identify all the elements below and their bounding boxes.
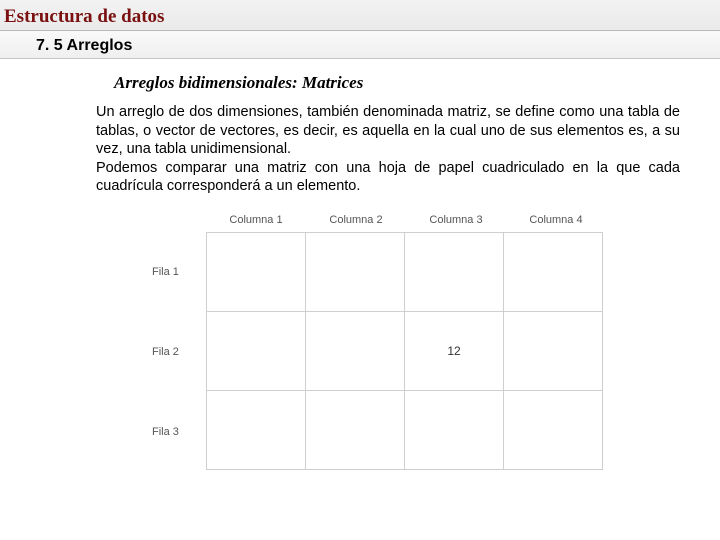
page-title: Estructura de datos xyxy=(0,0,720,31)
sub-title: Arreglos bidimensionales: Matrices xyxy=(0,59,720,103)
body-paragraph: Un arreglo de dos dimensiones, también d… xyxy=(0,103,720,196)
matrix-cell xyxy=(404,232,504,312)
column-header: Columna 4 xyxy=(506,214,606,232)
matrix-cell xyxy=(206,232,306,312)
matrix-cell xyxy=(305,232,405,312)
row-header: Fila 3 xyxy=(150,392,206,472)
matrix-cell xyxy=(503,232,603,312)
matrix-figure: Columna 1 Columna 2 Columna 3 Columna 4 … xyxy=(0,196,720,472)
matrix-cell xyxy=(503,390,603,470)
matrix-cell xyxy=(206,390,306,470)
matrix-cell: 12 xyxy=(404,311,504,391)
column-header: Columna 1 xyxy=(206,214,306,232)
section-title: 7. 5 Arreglos xyxy=(0,31,720,59)
row-header: Fila 1 xyxy=(150,232,206,312)
matrix-cell xyxy=(206,311,306,391)
matrix-cell xyxy=(503,311,603,391)
column-header: Columna 2 xyxy=(306,214,406,232)
column-header: Columna 3 xyxy=(406,214,506,232)
matrix-cell xyxy=(305,390,405,470)
matrix-cell xyxy=(305,311,405,391)
matrix-cell xyxy=(404,390,504,470)
row-header: Fila 2 xyxy=(150,312,206,392)
